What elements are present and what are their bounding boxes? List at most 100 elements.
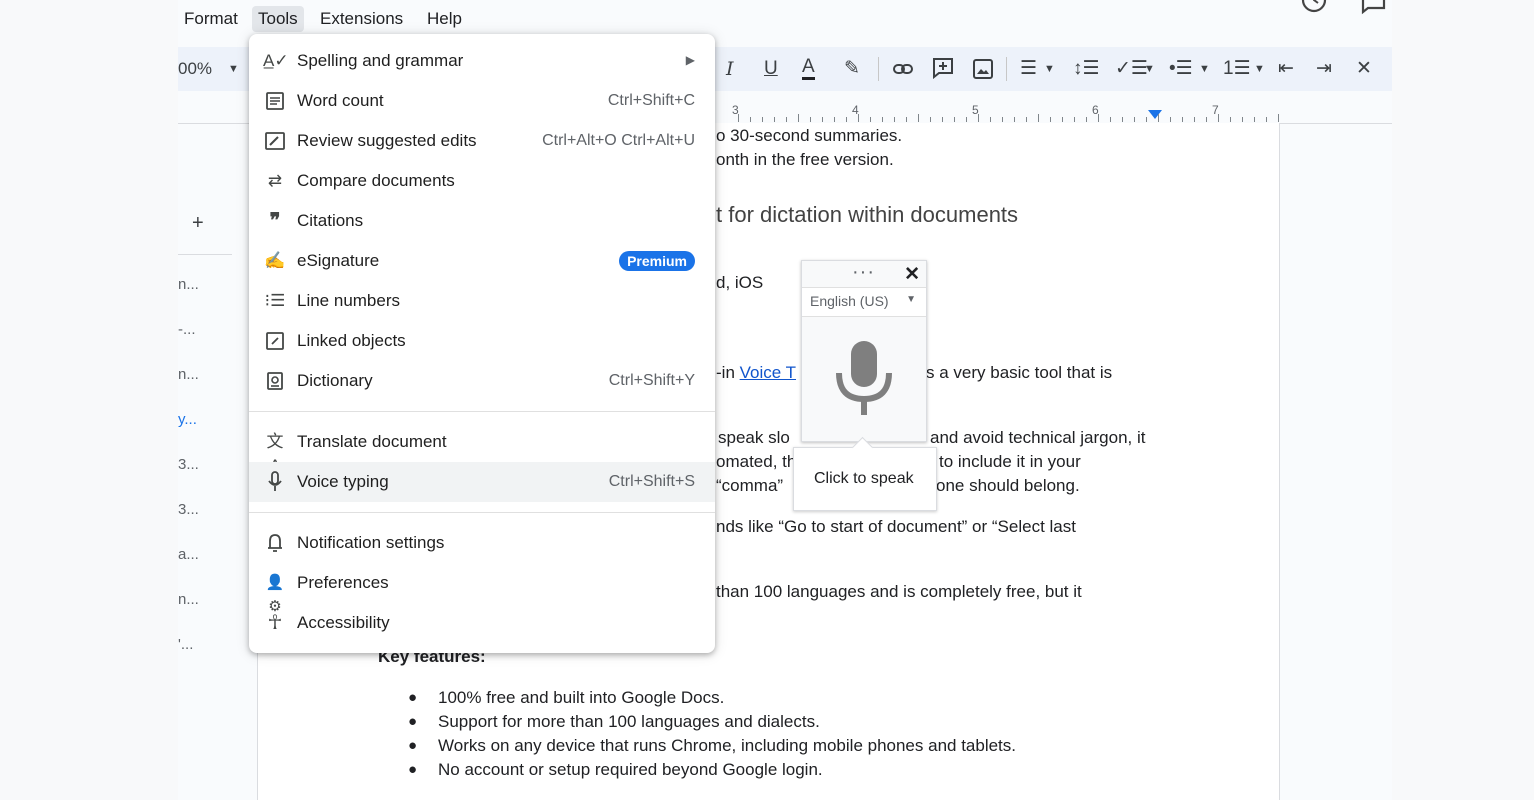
menu-item-notification-settings[interactable]: Notification settings	[249, 523, 715, 563]
ruler-tick	[822, 117, 823, 122]
bullet-item: Works on any device that runs Chrome, in…	[438, 736, 1017, 755]
ruler-tick	[1122, 117, 1123, 122]
menu-item-spelling-grammar[interactable]: A̲✓ Spelling and grammar ▶	[249, 41, 715, 81]
menu-item-review-edits[interactable]: Review suggested edits Ctrl+Alt+O Ctrl+A…	[249, 121, 715, 161]
menu-item-citations[interactable]: ❞ Citations	[249, 201, 715, 241]
ruler-tick	[1278, 114, 1279, 122]
doc-text: speak slo	[718, 428, 790, 447]
line-spacing-icon[interactable]: ↕☰	[1073, 57, 1100, 81]
text-color-icon[interactable]: A	[802, 57, 815, 80]
outline-item[interactable]: '...	[178, 636, 193, 653]
numbered-list-icon[interactable]: 1☰	[1223, 57, 1251, 81]
more-options-icon[interactable]: ···	[852, 261, 875, 284]
outline-item[interactable]: a...	[178, 546, 199, 563]
menubar: Format Tools Extensions Help	[178, 0, 1392, 36]
link-icon[interactable]	[892, 59, 914, 79]
outline-item[interactable]: n...	[178, 276, 199, 293]
review-edits-icon	[265, 132, 285, 150]
menu-item-label: Spelling and grammar	[297, 51, 464, 70]
menu-tools[interactable]: Tools	[252, 6, 304, 32]
shortcut-label: Ctrl+Alt+O Ctrl+Alt+U	[542, 132, 695, 149]
ruler-tick	[1182, 117, 1183, 122]
outline-item[interactable]: n...	[178, 366, 199, 383]
menu-item-label: Linked objects	[297, 331, 406, 350]
menu-item-translate[interactable]: 文A Translate document	[249, 422, 715, 475]
compare-icon: ⇄	[267, 171, 283, 190]
doc-text-part: -in	[716, 363, 740, 382]
menu-item-compare-documents[interactable]: ⇄ Compare documents	[249, 161, 715, 201]
clear-formatting-icon[interactable]: ✕	[1356, 57, 1372, 81]
shortcut-label: Ctrl+Shift+Y	[608, 372, 695, 389]
align-dropdown-icon[interactable]: ▼	[1044, 57, 1055, 81]
bell-icon	[268, 534, 282, 552]
align-left-icon[interactable]: ☰	[1020, 57, 1037, 81]
outline-item[interactable]: 3...	[178, 501, 199, 518]
accessibility-icon: ☥	[267, 612, 283, 634]
premium-badge: Premium	[619, 251, 695, 271]
menu-item-esignature[interactable]: ✍ eSignature Premium	[249, 241, 715, 281]
language-label: English (US)	[810, 293, 889, 309]
ruler-tick	[762, 117, 763, 122]
outline-item[interactable]: 3...	[178, 456, 199, 473]
ruler-tick	[990, 117, 991, 122]
tools-menu: A̲✓ Spelling and grammar ▶ Word count Ct…	[249, 34, 715, 653]
menu-item-voice-typing[interactable]: Voice typing Ctrl+Shift+S	[249, 462, 715, 502]
add-tab-button[interactable]: +	[192, 212, 204, 235]
microphone-icon[interactable]	[835, 339, 893, 417]
menu-extensions[interactable]: Extensions	[314, 6, 409, 32]
italic-icon[interactable]: I	[726, 57, 734, 81]
menu-item-label: Word count	[297, 91, 384, 110]
shortcut-label: Ctrl+Shift+S	[608, 473, 695, 490]
menu-item-linked-objects[interactable]: Linked objects	[249, 321, 715, 361]
ruler-tick	[1074, 117, 1075, 122]
voice-typing-link[interactable]: Voice T	[740, 363, 796, 382]
menu-item-preferences[interactable]: 👤⚙ Preferences	[249, 563, 715, 615]
ruler-tick	[1218, 114, 1219, 122]
right-indent-marker[interactable]	[1148, 110, 1162, 120]
outline-item[interactable]: -...	[178, 321, 196, 338]
menu-format[interactable]: Format	[178, 6, 244, 32]
increase-indent-icon[interactable]: ⇥	[1316, 57, 1332, 81]
bulleted-list-icon[interactable]: •☰	[1169, 57, 1193, 81]
insert-image-icon[interactable]	[973, 59, 993, 79]
outline-item[interactable]: n...	[178, 591, 199, 608]
preferences-icon: 👤⚙	[265, 574, 285, 615]
history-icon[interactable]	[1300, 0, 1328, 16]
shortcut-label: Ctrl+Shift+C	[607, 92, 695, 109]
zoom-dropdown-icon[interactable]: ▼	[228, 57, 239, 81]
menu-item-dictionary[interactable]: Dictionary Ctrl+Shift+Y	[249, 361, 715, 401]
outline-item-active[interactable]: y...	[178, 411, 197, 428]
zoom-select[interactable]: 00%	[178, 57, 212, 81]
ruler-tick	[930, 117, 931, 122]
highlight-icon[interactable]: ✎	[844, 57, 860, 81]
close-icon[interactable]: ✕	[904, 263, 920, 286]
ruler-tick	[1062, 117, 1063, 122]
decrease-indent-icon[interactable]: ⇤	[1278, 57, 1294, 81]
ruler-tick	[846, 117, 847, 122]
menu-item-accessibility[interactable]: ☥ Accessibility	[249, 603, 715, 643]
numbered-dropdown-icon[interactable]: ▼	[1254, 57, 1265, 81]
menu-item-label: Dictionary	[297, 371, 373, 390]
language-select[interactable]: English (US) ▼	[802, 287, 926, 317]
quote-icon: ❞	[269, 210, 281, 232]
ruler-tick	[798, 114, 799, 122]
bullet-dropdown-icon[interactable]: ▼	[1199, 57, 1210, 81]
bullet-item: No account or setup required beyond Goog…	[438, 760, 823, 779]
underline-icon[interactable]: U	[764, 57, 778, 81]
voice-typing-widget[interactable]: ··· ✕ English (US) ▼	[801, 260, 927, 442]
ruler-tick	[1194, 117, 1195, 122]
comments-icon[interactable]	[1360, 0, 1388, 16]
menu-item-label: eSignature	[297, 251, 380, 270]
chevron-down-icon: ▼	[906, 294, 916, 305]
checklist-dropdown-icon[interactable]: ▼	[1144, 57, 1155, 81]
ruler-tick	[1110, 117, 1111, 122]
doc-heading: t for dictation within documents	[716, 202, 1019, 227]
ruler-tick	[1026, 117, 1027, 122]
ruler-tick	[894, 117, 895, 122]
menu-help[interactable]: Help	[421, 6, 468, 32]
checklist-icon[interactable]: ✓☰	[1115, 57, 1148, 81]
ruler-tick	[1158, 114, 1159, 122]
menu-item-word-count[interactable]: Word count Ctrl+Shift+C	[249, 81, 715, 121]
add-comment-icon[interactable]	[932, 57, 954, 79]
menu-item-line-numbers[interactable]: ⁝☰ Line numbers	[249, 281, 715, 321]
